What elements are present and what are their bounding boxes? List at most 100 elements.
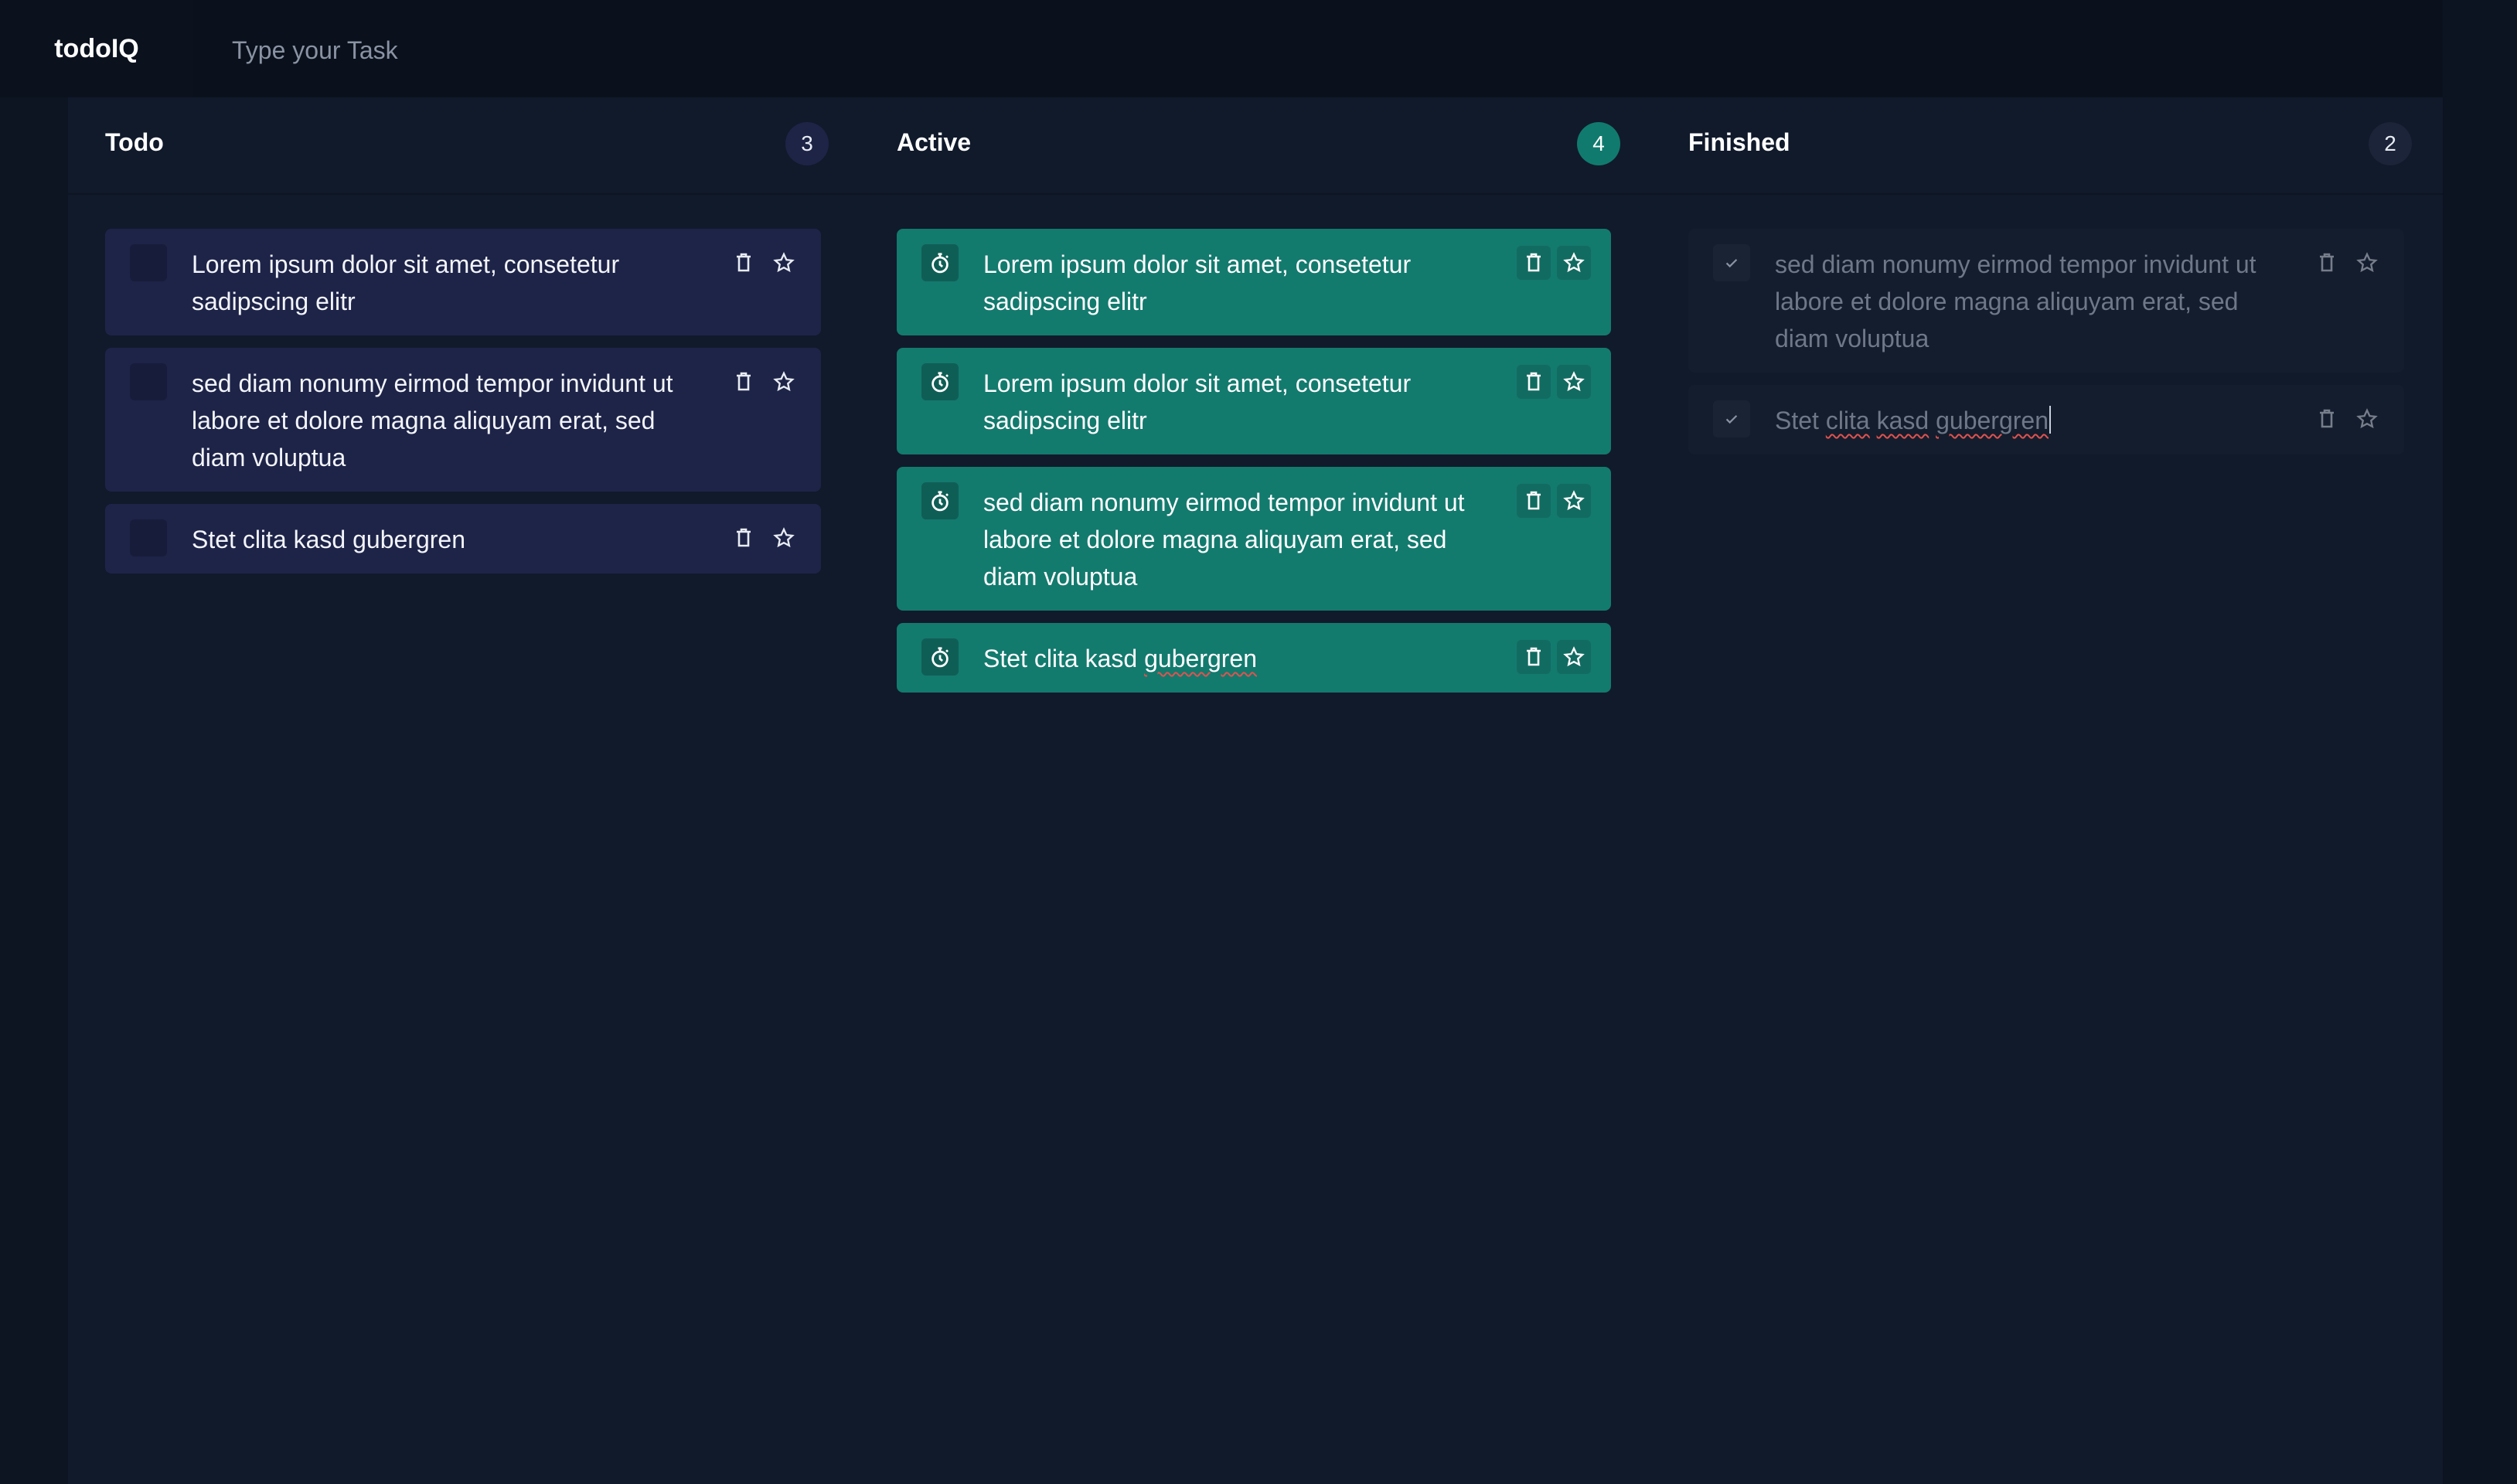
task-text: Lorem ipsum dolor sit amet, consetetur s… (192, 250, 620, 315)
finish-task-button[interactable] (921, 244, 959, 281)
task-card[interactable]: sed diam nonumy eirmod tempor invidunt u… (105, 348, 821, 492)
column-title: Todo (105, 128, 164, 156)
count-badge: 4 (1577, 122, 1620, 165)
delete-button[interactable] (1517, 365, 1551, 399)
task-input[interactable] (230, 29, 1316, 71)
trash-icon (1527, 647, 1541, 666)
task-text: Lorem ipsum dolor sit amet, consetetur s… (983, 250, 1412, 315)
favorite-button[interactable] (1557, 246, 1591, 280)
star-icon (773, 527, 795, 548)
task-text: Stet clita kasd gubergren (192, 526, 465, 553)
trash-icon (1527, 372, 1541, 391)
finish-task-button[interactable] (921, 482, 959, 519)
favorite-button[interactable] (767, 246, 801, 280)
trash-icon (1527, 491, 1541, 510)
card-actions (1517, 638, 1591, 676)
column-title: Active (897, 128, 972, 156)
card-actions (2310, 244, 2384, 281)
count-badge: 3 (785, 122, 829, 165)
app-logo[interactable]: todoIQ (0, 0, 193, 97)
start-task-checkbox[interactable] (130, 363, 167, 400)
card-actions (1517, 482, 1591, 519)
favorite-button[interactable] (1557, 484, 1591, 518)
star-icon (1563, 252, 1585, 273)
delete-button[interactable] (727, 365, 761, 399)
column-header: Finished 2 (1651, 97, 2443, 195)
task-text: sed diam nonumy eirmod tempor invidunt u… (1775, 250, 2256, 352)
trash-icon (737, 528, 751, 547)
spellcheck-flagged-word: clita (1825, 407, 1870, 434)
finish-task-button[interactable] (921, 363, 959, 400)
spellcheck-flagged-word: gubergren (1936, 407, 2049, 434)
card-actions (1517, 363, 1591, 400)
stopwatch-icon (932, 647, 949, 668)
spellcheck-flagged-word: kasd (1876, 407, 1929, 434)
task-card[interactable]: Stet clita kasd gubergren (897, 623, 1611, 693)
task-card[interactable]: Lorem ipsum dolor sit amet, consetetur s… (897, 229, 1611, 335)
finish-task-button[interactable] (921, 638, 959, 676)
task-card[interactable]: Lorem ipsum dolor sit amet, consetetur s… (105, 229, 821, 335)
start-task-checkbox[interactable] (130, 519, 167, 556)
star-icon (1563, 371, 1585, 392)
card-list: Lorem ipsum dolor sit amet, consetetur s… (897, 229, 1613, 705)
favorite-button[interactable] (2350, 402, 2384, 436)
favorite-button[interactable] (767, 521, 801, 555)
task-text-start: Stet clita kasd (983, 645, 1145, 672)
delete-button[interactable] (727, 521, 761, 555)
favorite-button[interactable] (767, 365, 801, 399)
favorite-button[interactable] (1557, 365, 1591, 399)
card-actions (1517, 244, 1591, 281)
text-cursor (2049, 406, 2051, 434)
check-icon (1725, 259, 1738, 268)
trash-icon (2320, 409, 2334, 428)
word-space (1929, 407, 1936, 434)
card-list: Lorem ipsum dolor sit amet, consetetur s… (105, 229, 821, 586)
right-gutter (2443, 0, 2517, 1484)
task-text: sed diam nonumy eirmod tempor invidunt u… (192, 369, 673, 471)
card-actions (2310, 400, 2384, 437)
trash-icon (737, 372, 751, 391)
task-text: Stet clita kasd gubergren (983, 645, 1257, 672)
trash-icon (737, 253, 751, 272)
column-header: Active 4 (860, 97, 1651, 195)
delete-button[interactable] (2310, 402, 2344, 436)
done-checkbox[interactable] (1713, 244, 1750, 281)
favorite-button[interactable] (1557, 640, 1591, 674)
card-actions (727, 363, 801, 400)
spellcheck-flagged-word: gubergren (1144, 645, 1257, 672)
count-badge: 2 (2369, 122, 2412, 165)
card-actions (727, 244, 801, 281)
delete-button[interactable] (1517, 246, 1551, 280)
column-finished: Finished 2 sed diam nonumy eirmod tempor… (1651, 97, 2444, 1484)
trash-icon (2320, 253, 2334, 272)
delete-button[interactable] (2310, 246, 2344, 280)
check-icon (1725, 415, 1738, 424)
star-icon (773, 252, 795, 273)
favorite-button[interactable] (2350, 246, 2384, 280)
card-actions (727, 519, 801, 556)
delete-button[interactable] (727, 246, 761, 280)
start-task-checkbox[interactable] (130, 244, 167, 281)
task-card[interactable]: Stet clita kasd gubergren (1688, 385, 2404, 454)
top-bar: todoIQ (0, 0, 2443, 97)
task-card[interactable]: Lorem ipsum dolor sit amet, consetetur s… (897, 348, 1611, 454)
stopwatch-icon (932, 253, 949, 274)
task-text: sed diam nonumy eirmod tempor invidunt u… (983, 488, 1465, 591)
task-card[interactable]: sed diam nonumy eirmod tempor invidunt u… (897, 467, 1611, 611)
star-icon (2356, 252, 2378, 273)
task-card[interactable]: sed diam nonumy eirmod tempor invidunt u… (1688, 229, 2404, 373)
task-text[interactable]: Stet clita kasd gubergren (1775, 406, 2051, 434)
delete-button[interactable] (1517, 640, 1551, 674)
star-icon (773, 371, 795, 392)
column-header: Todo 3 (68, 97, 860, 195)
column-active: Active 4 Lorem ipsum dolor sit amet, con… (860, 97, 1653, 1484)
star-icon (2356, 408, 2378, 429)
done-checkbox[interactable] (1713, 400, 1750, 437)
delete-button[interactable] (1517, 484, 1551, 518)
task-text-start: Stet (1775, 407, 1826, 434)
column-todo: Todo 3 Lorem ipsum dolor sit amet, conse… (68, 97, 861, 1484)
column-title: Finished (1688, 128, 1790, 156)
task-card[interactable]: Stet clita kasd gubergren (105, 504, 821, 574)
left-gutter (0, 97, 68, 1484)
card-list: sed diam nonumy eirmod tempor invidunt u… (1688, 229, 2404, 467)
